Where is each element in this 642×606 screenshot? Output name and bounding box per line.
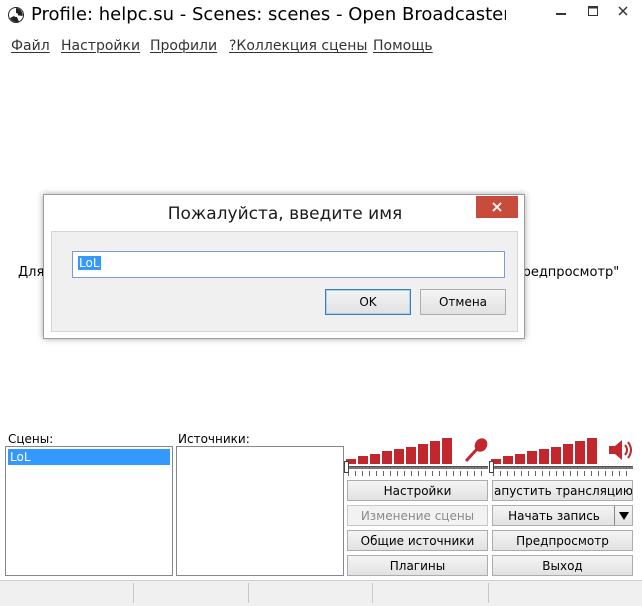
status-separator [488,583,489,603]
mic-volume-ticks [348,471,488,476]
plugins-button[interactable]: Плагины [347,555,488,576]
cancel-button[interactable]: Отмена [420,289,506,315]
scenes-list[interactable]: LoL [5,446,173,576]
close-window-button[interactable] [608,0,638,22]
desktop-volume-track [491,466,633,469]
name-input[interactable]: LoL [72,251,505,278]
microphone-icon[interactable] [462,436,490,464]
record-options-dropdown[interactable] [614,506,632,525]
minimize-button[interactable] [546,0,576,22]
minimize-icon [556,13,566,15]
maximize-button[interactable] [578,0,608,22]
desktop-volume-meter [491,438,597,464]
sources-list[interactable] [176,446,344,576]
name-dialog: Пожалуйста, введите имя LoL OK Отмена [43,194,525,339]
exit-button[interactable]: Выход [492,555,633,576]
menu-settings[interactable]: Настройки [61,38,140,54]
window-title: Profile: helpc.su - Scenes: scenes - Ope… [31,4,506,25]
dialog-title: Пожалуйста, введите имя [167,204,403,224]
status-separator [248,583,249,603]
name-input-selected-text: LoL [78,256,101,270]
menu-bar: Файл Настройки Профили ?Коллекция сцены … [0,36,642,56]
start-stream-button[interactable]: апустить трансляцию [492,480,633,501]
triangle-down-icon [618,511,629,520]
dialog-close-button[interactable] [476,196,518,218]
close-icon [492,202,502,212]
global-sources-button[interactable]: Общие источники [347,530,488,551]
preview-hint-right: 'редпросмотр" [519,265,620,280]
dialog-body: LoL OK Отмена [51,231,518,332]
start-record-label: Начать запись [508,508,600,523]
edit-scene-button[interactable]: Изменение сцены [347,505,488,526]
preview-hint-left: Для [18,265,45,280]
ok-button[interactable]: OK [325,289,411,315]
menu-scene-collection[interactable]: ?Коллекция сцены [229,38,367,54]
close-icon [618,6,628,16]
preview-button[interactable]: Предпросмотр [492,530,633,551]
title-bar: Profile: helpc.su - Scenes: scenes - Ope… [0,0,642,32]
sources-label: Источники: [178,432,250,446]
desktop-volume-slider[interactable] [489,461,494,473]
menu-profiles[interactable]: Профили [150,38,217,54]
scenes-label: Сцены: [8,432,54,446]
mic-volume-slider[interactable] [344,461,349,473]
maximize-icon [588,6,598,16]
menu-file[interactable]: Файл [11,38,50,54]
obs-logo-icon [8,7,24,23]
status-separator [372,583,373,603]
status-bar [0,580,642,606]
desktop-volume-ticks [493,471,633,476]
speaker-icon[interactable] [607,437,635,463]
scene-item-lol[interactable]: LoL [8,449,170,465]
start-record-button[interactable]: Начать запись [492,505,633,526]
status-separator [133,583,134,603]
menu-help[interactable]: Помощь [373,38,433,54]
mic-volume-track [346,466,488,469]
settings-button[interactable]: Настройки [347,480,488,501]
